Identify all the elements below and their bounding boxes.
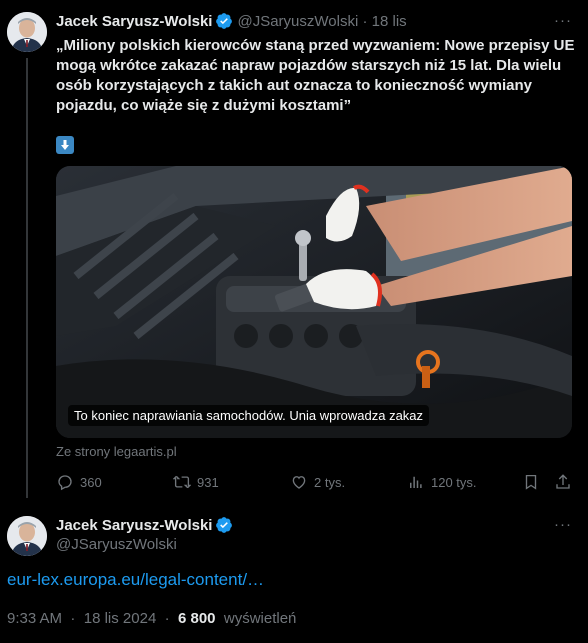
repost-button[interactable]: 931 (173, 473, 219, 491)
reply-icon (58, 475, 72, 491)
tweet-text: „Miliony polskich kierowców staną przed … (56, 37, 575, 114)
card-source[interactable]: Ze strony legaartis.pl (56, 444, 177, 459)
views-button[interactable]: 120 tys. (407, 473, 477, 491)
verified-badge-icon (216, 13, 233, 29)
like-button[interactable]: 2 tys. (290, 473, 345, 491)
views-icon (410, 476, 422, 488)
share-button[interactable] (554, 473, 572, 491)
repost-icon (173, 475, 191, 489)
separator-dot: · (358, 12, 372, 30)
author-handle[interactable]: @JSaryuszWolski (237, 13, 358, 30)
link-card[interactable]: To koniec naprawiania samochodów. Unia w… (56, 166, 572, 438)
post-date[interactable]: 18 lis 2024 (84, 610, 157, 627)
post-time[interactable]: 9:33 AM (7, 610, 62, 627)
bookmark-icon (525, 474, 537, 490)
avatar[interactable] (7, 12, 47, 52)
separator-dot: · (160, 610, 174, 627)
views-count: 120 tys. (431, 474, 477, 490)
down-arrow-emoji-icon (56, 136, 74, 154)
reply-button[interactable]: 360 (56, 473, 102, 491)
reply-more-options-button[interactable]: ··· (554, 516, 572, 533)
separator-dot: · (66, 610, 80, 627)
external-link[interactable]: eur-lex.europa.eu/legal-content/… (7, 570, 264, 590)
reply-author-handle[interactable]: @JSaryuszWolski (56, 536, 177, 553)
reply-avatar[interactable] (7, 516, 47, 556)
reply-count: 360 (80, 474, 102, 490)
like-icon (292, 476, 306, 489)
thread-connector-line (26, 58, 28, 498)
bookmark-button[interactable] (522, 473, 540, 491)
more-options-button[interactable]: ··· (554, 12, 572, 29)
reply-author: Jacek Saryusz-Wolski (56, 516, 237, 534)
card-image (56, 166, 572, 438)
share-icon (556, 474, 570, 489)
author-name[interactable]: Jacek Saryusz-Wolski (56, 13, 212, 30)
tweet-meta: 9:33 AM · 18 lis 2024 · 6 800 wyświetleń (7, 610, 296, 627)
tweet-date[interactable]: 18 lis (372, 13, 407, 30)
repost-count: 931 (197, 474, 219, 490)
views-total: 6 800 (177, 610, 216, 627)
card-title: To koniec naprawiania samochodów. Unia w… (68, 405, 430, 426)
tweet-action-bar: 360 931 2 tys. 120 tys. (56, 472, 572, 492)
reply-author-name[interactable]: Jacek Saryusz-Wolski (56, 517, 212, 534)
tweet-header: Jacek Saryusz-Wolski @JSaryuszWolski · 1… (56, 12, 407, 30)
verified-badge-icon (216, 517, 233, 533)
like-count: 2 tys. (314, 474, 346, 490)
views-label: wyświetleń (223, 610, 297, 627)
